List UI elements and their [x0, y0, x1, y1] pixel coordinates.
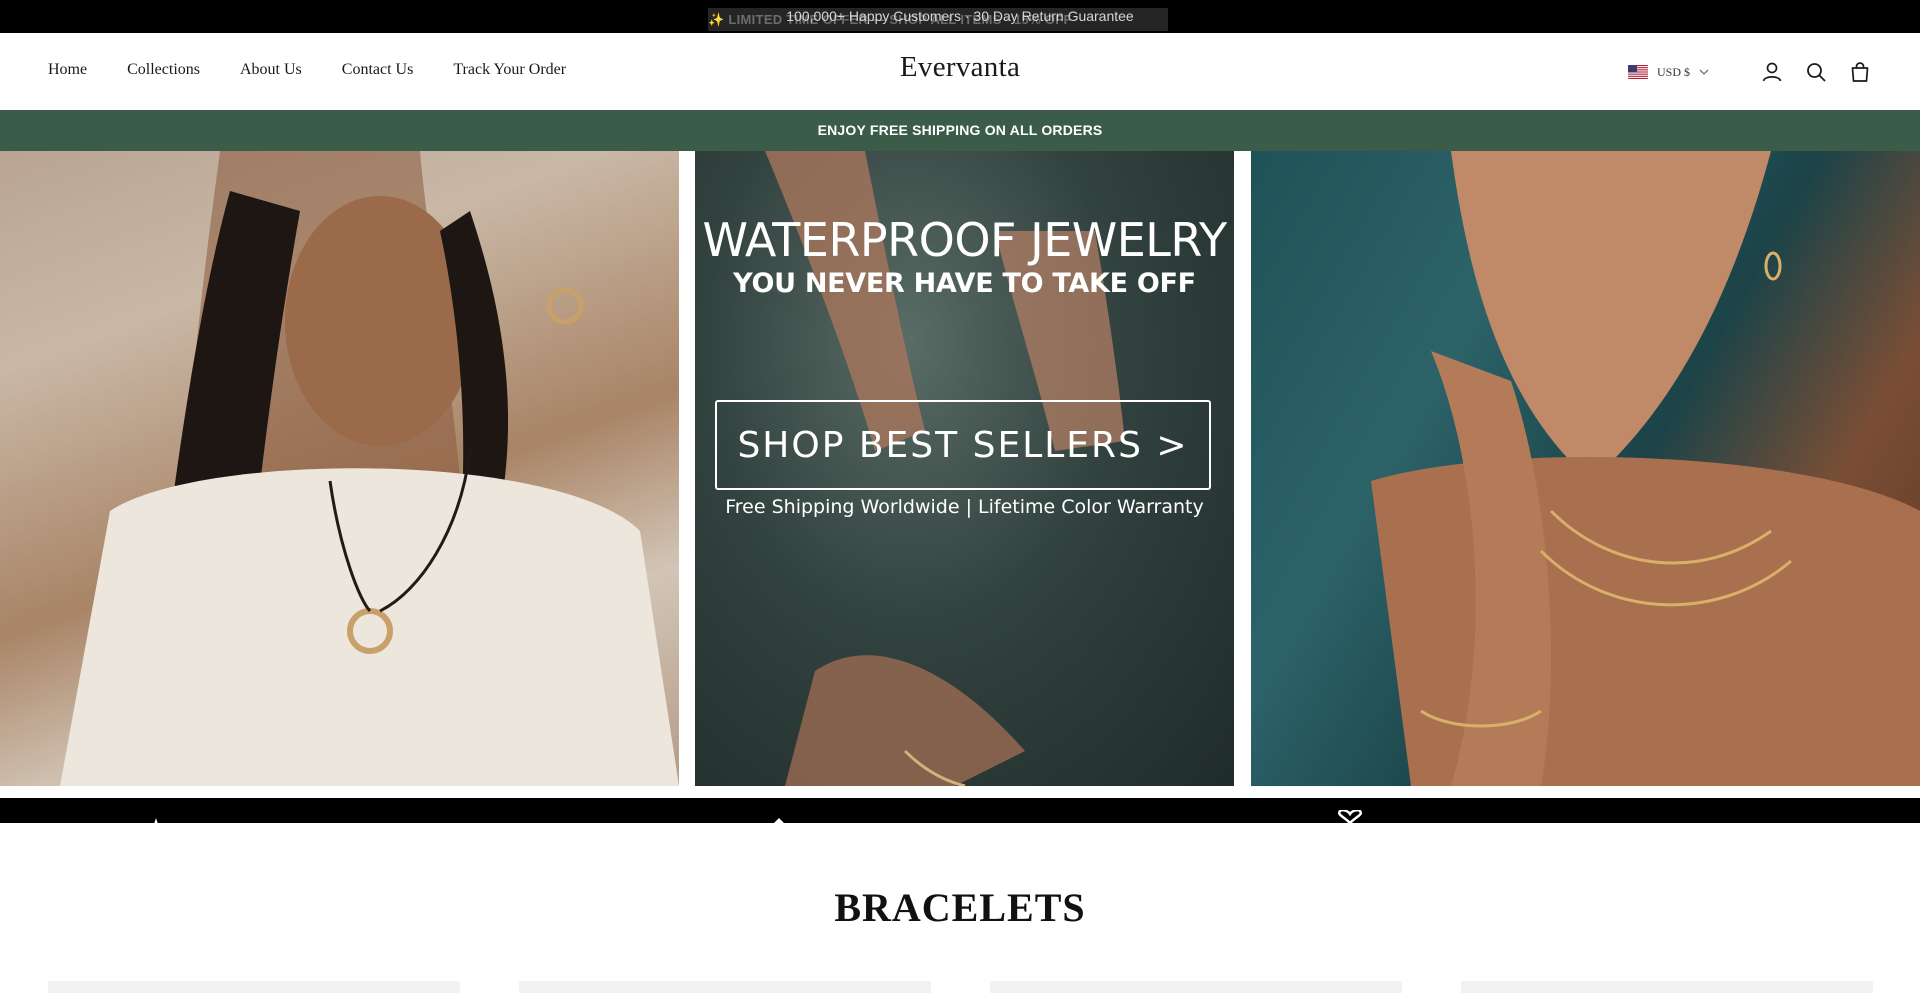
us-flag-icon: [1627, 65, 1648, 79]
product-card[interactable]: [1461, 981, 1873, 993]
announcement-text: 100,000+ Happy Customers · 30 Day Return…: [786, 8, 1134, 24]
currency-label: USD $: [1656, 64, 1690, 79]
feature-strip: [0, 798, 1920, 825]
chevron-down-icon: [1699, 69, 1709, 75]
cart-icon[interactable]: [1848, 60, 1872, 84]
section-title-bracelets: BRACELETS: [834, 885, 1086, 930]
hero-subheadline: YOU NEVER HAVE TO TAKE OFF: [733, 268, 1196, 299]
product-card[interactable]: [990, 981, 1402, 993]
header-actions: USD $: [1627, 60, 1872, 84]
site-header: Home Collections About Us Contact Us Tra…: [0, 33, 1920, 110]
currency-selector[interactable]: USD $: [1627, 64, 1710, 80]
model-necklace-photo: [0, 151, 679, 786]
diamond-icon: [772, 814, 786, 832]
product-card[interactable]: [48, 981, 460, 993]
search-icon[interactable]: [1804, 60, 1828, 84]
main-nav: Home Collections About Us Contact Us Tra…: [48, 61, 606, 79]
hero-headline: WATERPROOF JEWELRY: [702, 213, 1227, 267]
model-chains-photo: [1251, 151, 1920, 786]
product-card[interactable]: [519, 981, 931, 993]
nav-about-us[interactable]: About Us: [240, 61, 302, 79]
star-icon: [150, 814, 162, 832]
heart-icon: [1335, 808, 1365, 828]
nav-track-order[interactable]: Track Your Order: [453, 61, 566, 79]
free-shipping-text: ENJOY FREE SHIPPING ON ALL ORDERS: [817, 122, 1103, 138]
hero-banner[interactable]: WATERPROOF JEWELRY YOU NEVER HAVE TO TAK…: [0, 151, 1920, 786]
free-shipping-bar: ENJOY FREE SHIPPING ON ALL ORDERS: [0, 110, 1920, 151]
announcement-bar: ✨ LIMITED TIME OFFER — SHOP ALL ITEMS · …: [0, 0, 1920, 33]
nav-contact-us[interactable]: Contact Us: [342, 61, 414, 79]
nav-collections[interactable]: Collections: [127, 61, 200, 79]
account-icon[interactable]: [1760, 60, 1784, 84]
hero-tagline: Free Shipping Worldwide | Lifetime Color…: [725, 496, 1204, 518]
shop-best-sellers-button[interactable]: SHOP BEST SELLERS >: [715, 400, 1211, 490]
nav-home[interactable]: Home: [48, 61, 87, 79]
